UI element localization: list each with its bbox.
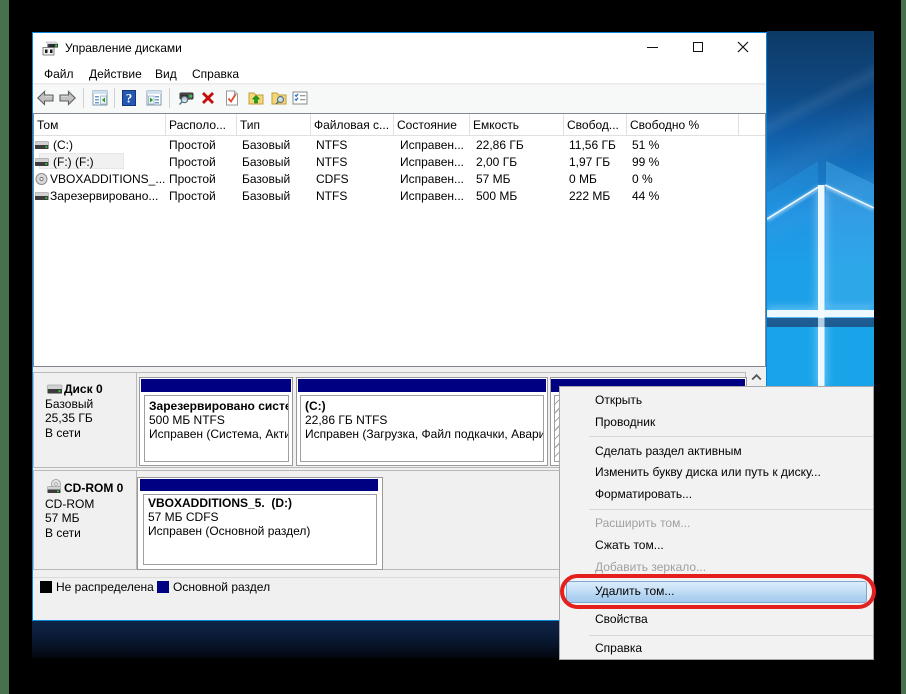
svg-text:?: ? <box>126 91 133 106</box>
